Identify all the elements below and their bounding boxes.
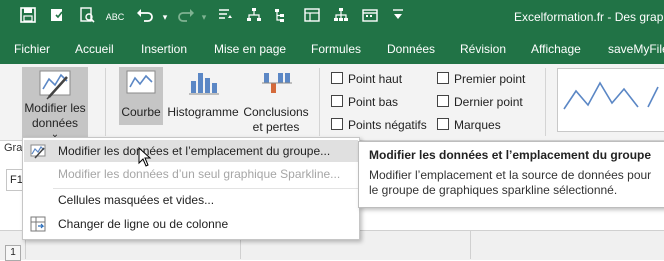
spelling-icon[interactable]: ABC	[105, 7, 125, 27]
column-sparkline-label: Histogramme	[167, 105, 239, 119]
column-sparkline-button[interactable]: Histogramme	[166, 67, 240, 125]
high-point-checkbox[interactable]: Point haut	[331, 72, 402, 86]
switch-row-column-icon	[30, 216, 46, 232]
save-icon[interactable]	[18, 7, 38, 27]
line-sparkline-button[interactable]: Courbe	[119, 67, 163, 125]
column-divider	[470, 231, 471, 259]
spelling-label: ABC	[105, 12, 125, 22]
markers-checkbox[interactable]: Marques	[437, 118, 501, 132]
print-preview-icon[interactable]	[77, 7, 97, 27]
outline-icon[interactable]	[272, 7, 292, 27]
sparkline-style-preview-icon	[563, 81, 659, 110]
redo-icon	[176, 7, 196, 27]
tab-affichage[interactable]: Affichage	[531, 42, 581, 56]
checkbox-box[interactable]	[331, 118, 343, 130]
tab-fichier[interactable]: Fichier	[14, 42, 50, 56]
low-point-checkbox[interactable]: Point bas	[331, 95, 398, 109]
menu-item-label: Modifier les données d’un seul graphique…	[58, 167, 341, 181]
tab-insertion[interactable]: Insertion	[141, 42, 187, 56]
customize-toolbar-icon[interactable]	[388, 7, 408, 27]
sort-icon[interactable]	[215, 7, 235, 27]
sync-icon[interactable]	[47, 7, 67, 27]
window-title: Excelformation.fr - Des grap	[514, 10, 664, 24]
winloss-chart-icon	[262, 73, 292, 93]
undo-icon[interactable]	[135, 7, 155, 27]
line-chart-icon	[126, 70, 156, 94]
menu-item-label: Modifier les données et l’emplacement du…	[58, 144, 331, 158]
negative-points-checkbox[interactable]: Points négatifs	[331, 118, 427, 132]
checkbox-box[interactable]	[331, 95, 343, 107]
checkbox-box[interactable]	[331, 72, 343, 84]
edit-sparkline-data-icon	[39, 70, 71, 100]
winloss-label-line1: Conclusions	[243, 105, 309, 119]
table-icon[interactable]	[302, 7, 322, 27]
high-point-label: Point haut	[348, 72, 403, 86]
tab-accueil[interactable]: Accueil	[75, 42, 114, 56]
checkbox-box[interactable]	[437, 72, 449, 84]
menu-item-edit-group-data[interactable]: Modifier les données et l’emplacement du…	[24, 140, 358, 162]
negative-points-label: Points négatifs	[348, 118, 427, 132]
tab-formules[interactable]: Formules	[311, 42, 361, 56]
tab-revision[interactable]: Révision	[460, 42, 506, 56]
menu-item-label: Cellules masquées et vides...	[58, 193, 215, 207]
tree-icon[interactable]	[244, 7, 264, 27]
ribbon-separator	[319, 68, 320, 136]
tab-savemyfile[interactable]: saveMyFile	[608, 42, 664, 56]
tooltip-body: Modifier l’emplacement et la source de d…	[369, 168, 652, 197]
checkbox-box[interactable]	[437, 118, 449, 130]
group-label-stub: Gra	[4, 142, 23, 154]
last-point-checkbox[interactable]: Dernier point	[437, 95, 523, 109]
menu-item-hidden-empty-cells[interactable]: Cellules masquées et vides...	[24, 189, 358, 211]
edit-sparkline-data-icon	[30, 144, 46, 159]
quick-access-toolbar: ABC ▾ ▾ Excelformation.fr - Des grap	[0, 0, 664, 36]
menu-item-switch-row-column[interactable]: Changer de ligne ou de colonne	[24, 213, 358, 235]
hierarchy-icon[interactable]	[331, 7, 351, 27]
tooltip-title: Modifier les données et l’emplacement du…	[369, 148, 652, 162]
tab-donnees[interactable]: Données	[387, 42, 435, 56]
edit-data-label-text: données	[31, 116, 79, 130]
first-point-label: Premier point	[454, 72, 526, 86]
winloss-label-line2: et pertes	[252, 120, 300, 134]
winloss-sparkline-button[interactable]: Conclusions et pertes	[242, 67, 310, 137]
line-sparkline-label: Courbe	[121, 105, 161, 119]
sparkline-style-gallery[interactable]	[557, 68, 664, 132]
tab-mise-en-page[interactable]: Mise en page	[214, 42, 286, 56]
tooltip: Modifier les données et l’emplacement du…	[358, 141, 664, 208]
undo-dropdown-icon[interactable]: ▾	[155, 7, 175, 27]
edit-data-button[interactable]: Modifier les données ⌄	[22, 67, 88, 140]
column-chart-icon	[189, 73, 219, 95]
menu-item-label: Changer de ligne ou de colonne	[58, 217, 229, 231]
ribbon-tabs: Fichier Accueil Insertion Mise en page F…	[0, 36, 664, 64]
low-point-label: Point bas	[348, 95, 399, 109]
ribbon-separator	[545, 68, 546, 136]
menu-item-edit-single-sparkline: Modifier les données d’un seul graphique…	[24, 163, 358, 185]
last-point-label: Dernier point	[454, 95, 523, 109]
redo-dropdown-icon: ▾	[201, 12, 207, 22]
calendar-icon[interactable]	[360, 7, 380, 27]
mouse-cursor-icon	[138, 147, 152, 167]
ribbon-separator	[105, 68, 106, 136]
edit-data-dropdown-menu: Modifier les données et l’emplacement du…	[22, 137, 360, 240]
first-point-checkbox[interactable]: Premier point	[437, 72, 525, 86]
markers-label: Marques	[454, 118, 501, 132]
edit-data-label-line1: Modifier les	[24, 101, 86, 115]
checkbox-box[interactable]	[437, 95, 449, 107]
